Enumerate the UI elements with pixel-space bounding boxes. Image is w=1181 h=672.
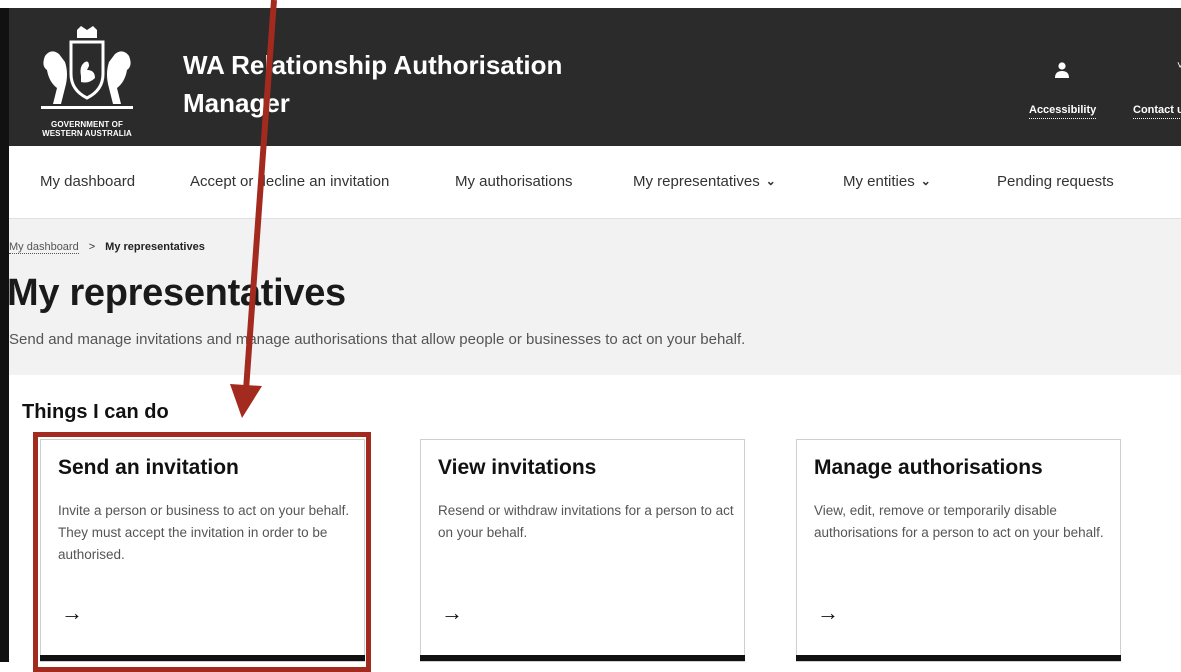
arrow-right-icon[interactable]: → [441,600,463,626]
user-menu-chevron-icon[interactable]: ˅ [1177,60,1181,72]
breadcrumb-separator-icon: > [88,241,96,253]
section-title: Things I can do [22,401,169,423]
app-title[interactable]: WA Relationship Authorisation Manager [183,46,663,122]
card-view-invitations[interactable]: View invitations Resend or withdraw invi… [420,439,745,662]
app-title-line2: Manager [183,88,290,118]
nav-item-label: Pending requests [997,173,1114,190]
page-title: My representatives [7,272,346,314]
main-nav: My dashboard Accept or decline an invita… [9,146,1181,219]
contact-us-link[interactable]: Contact us [1133,104,1181,119]
crest-label: GOVERNMENT OF WESTERN AUSTRALIA [31,120,143,138]
site-header: GOVERNMENT OF WESTERN AUSTRALIA WA Relat… [9,8,1181,146]
nav-item-label: Accept or decline an invitation [190,173,390,190]
arrow-right-icon[interactable]: → [61,600,83,626]
screenshot-left-edge [0,8,9,662]
breadcrumb-home-link[interactable]: My dashboard [9,241,79,254]
crest-icon [41,26,133,109]
card-title[interactable]: Send an invitation [58,456,239,480]
user-icon[interactable] [1055,62,1069,78]
card-title[interactable]: Manage authorisations [814,456,1043,480]
card-send-invitation[interactable]: Send an invitation Invite a person or bu… [40,439,365,662]
nav-item-my-entities[interactable]: My entities ⌄ [843,173,931,190]
government-crest-logo[interactable]: GOVERNMENT OF WESTERN AUSTRALIA [31,26,151,141]
crest-label-line1: GOVERNMENT OF [51,120,123,129]
card-description: Resend or withdraw invitations for a per… [438,503,734,540]
chevron-down-icon: ⌄ [765,174,776,188]
chevron-down-icon: ⌄ [920,174,931,188]
page-description: Send and manage invitations and manage a… [9,331,746,348]
card-description: Invite a person or business to act on yo… [58,503,350,562]
crest-label-line2: WESTERN AUSTRALIA [42,129,132,138]
nav-item-my-representatives[interactable]: My representatives ⌄ [633,173,776,190]
accessibility-link[interactable]: Accessibility [1029,104,1097,119]
app-title-line1: WA Relationship Authorisation [183,50,563,80]
nav-item-my-authorisations[interactable]: My authorisations [455,173,573,190]
nav-item-pending-requests[interactable]: Pending requests [997,173,1114,190]
nav-item-label: My dashboard [40,173,136,190]
breadcrumb-current: My representatives [105,241,205,253]
card-manage-authorisations[interactable]: Manage authorisations View, edit, remove… [796,439,1121,662]
nav-item-my-dashboard[interactable]: My dashboard [40,173,135,190]
card-description: View, edit, remove or temporarily disabl… [814,503,1104,540]
nav-item-label: My authorisations [455,173,573,190]
nav-item-accept-decline-invitation[interactable]: Accept or decline an invitation [190,173,389,190]
screenshot-top-edge [0,0,1181,8]
card-title[interactable]: View invitations [438,456,596,480]
breadcrumb: My dashboard > My representatives [9,241,205,254]
nav-item-label: My representatives [633,173,760,190]
nav-item-label: My entities [843,173,915,190]
arrow-right-icon[interactable]: → [817,600,839,626]
